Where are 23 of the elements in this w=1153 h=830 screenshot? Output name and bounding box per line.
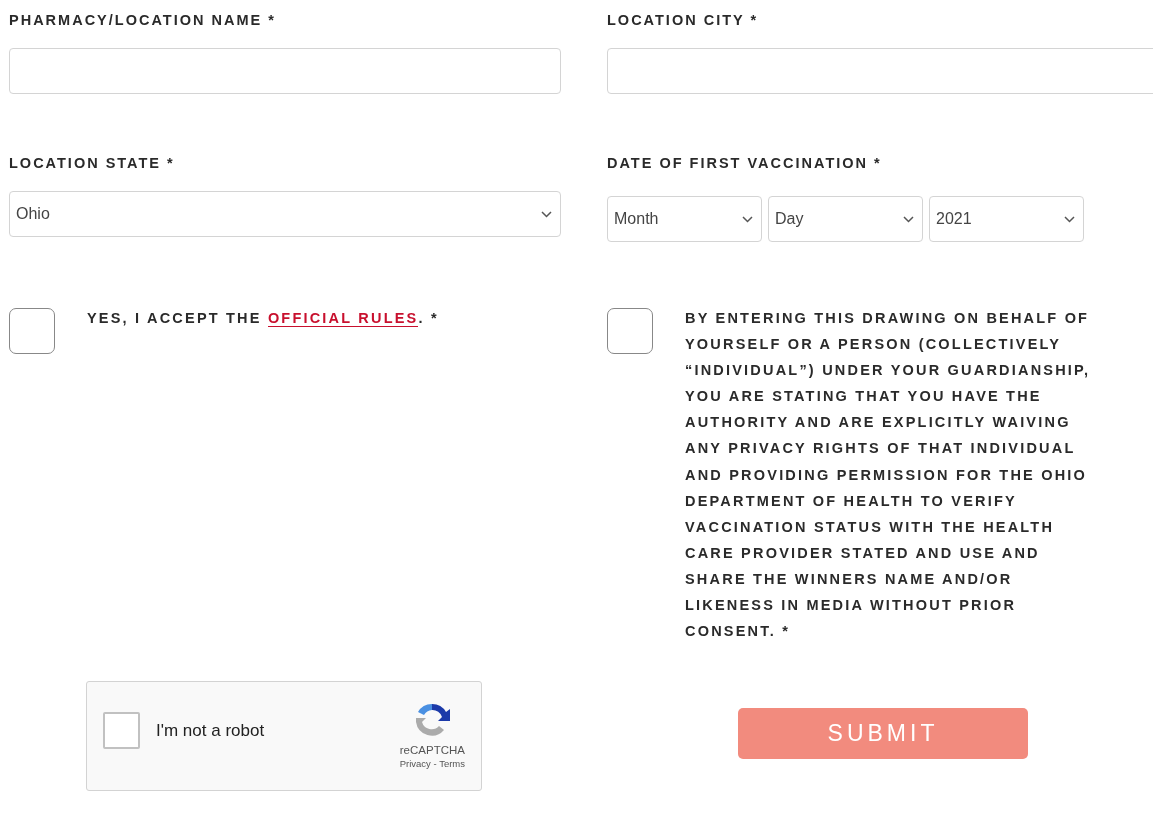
captcha-checkbox[interactable] (103, 712, 140, 749)
captcha-label: I'm not a robot (156, 721, 265, 741)
chevron-down-icon (1064, 215, 1075, 223)
captcha-brand: reCAPTCHA (399, 744, 465, 756)
consent-text: YES, I ACCEPT THE OFFICIAL RULES. * (87, 309, 440, 329)
select-dropdown[interactable]: Day (768, 196, 923, 242)
chevron-down-icon (742, 215, 753, 223)
select-dropdown[interactable]: 2021 (929, 196, 1084, 242)
chevron-down-icon (541, 210, 552, 218)
captcha-footer-links[interactable]: Privacy - Terms (399, 758, 465, 769)
official-rules-link[interactable]: OFFICIAL RULES (267, 310, 419, 327)
field-label: LOCATION STATE * (9, 155, 175, 171)
checkbox[interactable] (607, 308, 653, 354)
field-label: DATE OF FIRST VACCINATION * (607, 155, 882, 171)
field-label: LOCATION CITY * (607, 12, 759, 28)
select-dropdown[interactable]: Month (607, 196, 762, 242)
field-label: PHARMACY/LOCATION NAME * (9, 12, 276, 28)
chevron-down-icon (903, 215, 914, 223)
select-dropdown[interactable]: Ohio (9, 191, 561, 237)
checkbox[interactable] (9, 308, 55, 354)
text-input-field[interactable] (9, 48, 561, 94)
consent-text: BY ENTERING THIS DRAWING ON BEHALF OF YOURSELF OR A PERSON (COLLECTIVELY “INDIVIDUAL”) UNDER YOUR GUARDIANSHIP, YOU ARE STATING THAT YOU HAVE THE AUTHORITY AND ARE EXPLICITLY WAIVING ANY PRIVACY RIGHTS OF THAT INDIVIDUAL AND PROVIDING PERMISSION FOR THE OHIO DEPARTMENT OF HEALTH TO VERIFY VACCINATION STATUS WITH THE HEALTH CARE PROVIDER STATED AND USE AND SHARE THE WINNERS NAME AND/OR LIKENESS IN MEDIA WITHOUT PRIOR CONSENT. * (685, 309, 1092, 642)
text-input-field[interactable] (607, 48, 1153, 94)
